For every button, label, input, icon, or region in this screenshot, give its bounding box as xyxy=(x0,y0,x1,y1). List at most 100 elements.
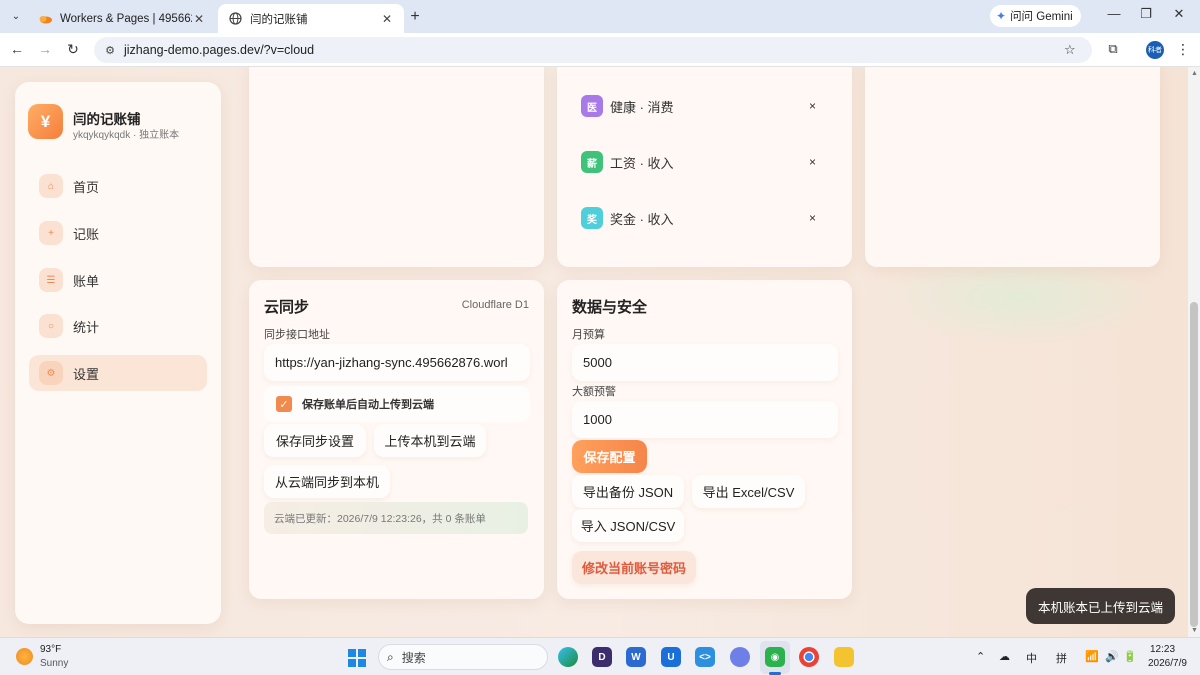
sidebar-item-label: 账单 xyxy=(73,273,100,289)
sidebar-item-home[interactable]: ⌂ 首页 xyxy=(29,168,207,204)
windows-start-icon[interactable] xyxy=(348,649,366,667)
profile-avatar[interactable]: 科者 xyxy=(1146,41,1164,59)
save-sync-settings-button[interactable]: 保存同步设置 xyxy=(264,424,366,457)
cloud-sync-card: 云同步 Cloudflare D1 同步接口地址 https://yan-jiz… xyxy=(249,280,544,599)
wechat-icon[interactable]: ◉ xyxy=(765,647,785,667)
sidebar-item-label: 首页 xyxy=(73,179,100,195)
scroll-down-icon[interactable]: ▼ xyxy=(1191,627,1198,634)
browser-toolbar: ← → ↻ ⚙ jizhang-demo.pages.dev/?v=cloud … xyxy=(0,33,1200,67)
tab-title: Workers & Pages | 4956628767 xyxy=(60,12,192,25)
auto-upload-label: 保存账单后自动上传到云端 xyxy=(302,399,434,411)
card-scrolled-right xyxy=(865,67,1160,267)
sidebar-item-record[interactable]: + 记账 xyxy=(29,215,207,251)
chat-app-icon[interactable] xyxy=(730,647,750,667)
cloud-icon[interactable]: ☁ xyxy=(999,650,1010,663)
browser-tab-bar: ⌄ Workers & Pages | 4956628767 ✕ 闫的记账铺 ✕… xyxy=(0,0,1200,33)
ime-mode[interactable]: 拼 xyxy=(1056,650,1067,666)
minimize-icon[interactable]: — xyxy=(1104,6,1124,21)
sidebar-item-stats[interactable]: ○ 统计 xyxy=(29,308,207,344)
category-label: 奖金 · 收入 xyxy=(610,211,674,227)
address-bar[interactable]: ⚙ jizhang-demo.pages.dev/?v=cloud ☆ xyxy=(94,37,1092,63)
sync-status-text: 云端已更新：2026/7/9 12:23:26，共 0 条账单 xyxy=(264,502,528,534)
cloud-sync-title: 云同步 xyxy=(264,299,310,316)
vscode-icon[interactable]: <> xyxy=(695,647,715,667)
toast-notification: 本机账本已上传到云端 xyxy=(1026,588,1175,624)
data-security-title: 数据与安全 xyxy=(572,299,648,316)
alert-label: 大额预警 xyxy=(572,386,616,398)
salary-icon: 薪 xyxy=(581,151,603,173)
shield-app-icon[interactable]: U xyxy=(661,647,681,667)
reload-icon[interactable]: ↻ xyxy=(64,41,82,58)
budget-input[interactable]: 5000 xyxy=(572,344,838,381)
sidebar-item-settings[interactable]: ⚙ 设置 xyxy=(29,355,207,391)
volume-icon[interactable]: 🔊 xyxy=(1105,650,1119,663)
wifi-icon[interactable]: 📶 xyxy=(1085,650,1099,663)
taskbar-search[interactable]: ⌕ 搜索 xyxy=(378,644,548,670)
provider-tag: Cloudflare D1 xyxy=(461,299,529,311)
delete-category-button[interactable]: × xyxy=(809,155,816,169)
dida-app-icon[interactable]: D xyxy=(592,647,612,667)
gemini-button[interactable]: ✦ 问问 Gemini xyxy=(990,5,1081,27)
tab-search-button[interactable]: ⌄ xyxy=(6,6,26,26)
bookmark-star-icon[interactable]: ☆ xyxy=(1064,42,1082,58)
upload-to-cloud-button[interactable]: 上传本机到云端 xyxy=(374,424,486,457)
new-tab-icon[interactable]: + xyxy=(406,8,424,26)
change-password-button[interactable]: 修改当前账号密码 xyxy=(572,551,696,584)
category-label: 健康 · 消费 xyxy=(610,99,674,115)
download-from-cloud-button[interactable]: 从云端同步到本机 xyxy=(264,465,390,498)
sun-icon[interactable] xyxy=(16,648,33,665)
sidebar-item-label: 记账 xyxy=(73,226,100,242)
word-icon[interactable]: W xyxy=(626,647,646,667)
clock-date[interactable]: 2026/7/9 xyxy=(1148,658,1187,669)
auto-upload-row[interactable]: ✓ 保存账单后自动上传到云端 xyxy=(264,386,530,422)
search-icon: ⌕ xyxy=(387,649,394,664)
forward-icon[interactable]: → xyxy=(36,41,54,57)
category-item-health: 医 健康 · 消费 xyxy=(581,94,674,118)
extensions-icon[interactable]: ⧉ xyxy=(1104,41,1122,57)
window-close-icon[interactable]: ✕ xyxy=(1169,6,1189,22)
page-scrollbar[interactable]: ▲ ▼ xyxy=(1188,67,1200,637)
sidebar-item-bills[interactable]: ☰ 账单 xyxy=(29,262,207,298)
save-config-button[interactable]: 保存配置 xyxy=(572,440,647,473)
import-button[interactable]: 导入 JSON/CSV xyxy=(572,509,684,542)
category-item-bonus: 奖 奖金 · 收入 xyxy=(581,206,674,230)
tab-close-icon[interactable]: ✕ xyxy=(192,12,206,26)
delete-category-button[interactable]: × xyxy=(809,99,816,113)
chrome-icon[interactable] xyxy=(799,647,819,667)
tab-workers-pages[interactable]: Workers & Pages | 4956628767 ✕ xyxy=(28,4,216,33)
export-json-button[interactable]: 导出备份 JSON xyxy=(572,475,684,508)
restore-icon[interactable]: ❐ xyxy=(1136,6,1156,22)
endpoint-input[interactable]: https://yan-jizhang-sync.495662876.worl xyxy=(264,344,530,381)
tab-close-icon[interactable]: ✕ xyxy=(380,12,394,26)
brand-logo-icon: ¥ xyxy=(28,104,63,139)
brand-name: 闫的记账铺 xyxy=(73,112,141,127)
list-icon: ☰ xyxy=(39,268,63,292)
back-icon[interactable]: ← xyxy=(8,41,26,57)
browser-menu-icon[interactable]: ⋮ xyxy=(1176,41,1190,58)
gear-icon: ⚙ xyxy=(39,361,63,385)
auto-upload-checkbox[interactable]: ✓ xyxy=(276,396,292,412)
gemini-sparkle-icon: ✦ xyxy=(996,9,1007,23)
alert-input[interactable]: 1000 xyxy=(572,401,838,438)
battery-icon[interactable]: 🔋 xyxy=(1123,650,1137,663)
data-security-card: 数据与安全 月预算 5000 大额预警 1000 保存配置 导出备份 JSON … xyxy=(557,280,852,599)
file-explorer-icon[interactable] xyxy=(834,647,854,667)
scrollbar-thumb[interactable] xyxy=(1190,302,1198,627)
chart-icon: ○ xyxy=(39,314,63,338)
sidebar: ¥ 闫的记账铺 ykqykqykqdk · 独立账本 ⌂ 首页 + 记账 ☰ 账… xyxy=(15,82,221,624)
category-item-salary: 薪 工资 · 收入 xyxy=(581,150,674,174)
site-info-icon[interactable]: ⚙ xyxy=(102,44,118,57)
chevron-up-icon[interactable]: ⌃ xyxy=(976,650,985,663)
clock-time[interactable]: 12:23 xyxy=(1150,644,1175,655)
sidebar-item-label: 统计 xyxy=(73,319,100,335)
budget-label: 月预算 xyxy=(572,329,605,341)
scroll-up-icon[interactable]: ▲ xyxy=(1191,70,1198,77)
weather-description[interactable]: Sunny xyxy=(40,658,68,669)
delete-category-button[interactable]: × xyxy=(809,211,816,225)
ime-language[interactable]: 中 xyxy=(1026,650,1037,666)
export-excel-button[interactable]: 导出 Excel/CSV xyxy=(692,475,805,508)
tab-jizhang[interactable]: 闫的记账铺 ✕ xyxy=(218,4,404,33)
weather-temperature[interactable]: 93°F xyxy=(40,644,61,655)
url-text[interactable]: jizhang-demo.pages.dev/?v=cloud xyxy=(124,43,1064,57)
edge-icon[interactable] xyxy=(558,647,578,667)
